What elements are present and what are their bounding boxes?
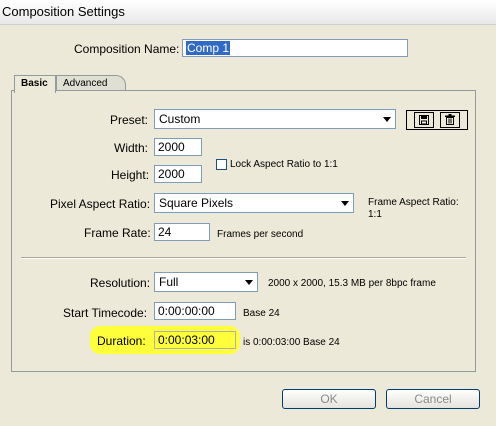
start-timecode-value: 0:00:00:00 — [158, 304, 215, 318]
width-value: 2000 — [158, 140, 185, 154]
duration-value: 0:00:03:00 — [158, 333, 215, 347]
start-timecode-base: Base 24 — [243, 308, 280, 319]
chevron-down-icon — [245, 280, 253, 285]
start-timecode-input[interactable]: 0:00:00:00 — [154, 302, 236, 320]
resolution-value: Full — [159, 275, 179, 289]
resolution-label: Resolution: — [90, 276, 151, 290]
lock-aspect-checkbox[interactable] — [216, 159, 227, 170]
resolution-info: 2000 x 2000, 15.3 MB per 8bpc frame — [268, 278, 436, 289]
composition-name-input[interactable]: Comp 1 — [182, 39, 408, 57]
title-bar: Composition Settings — [0, 0, 496, 25]
window-title: Composition Settings — [2, 4, 125, 19]
frame-rate-unit: Frames per second — [217, 229, 304, 240]
tab-basic[interactable]: Basic — [14, 75, 56, 93]
height-label: Height: — [111, 168, 150, 182]
save-icon — [419, 115, 429, 125]
pixel-aspect-label: Pixel Aspect Ratio: — [50, 197, 151, 211]
resolution-select[interactable]: Full — [154, 272, 258, 292]
cancel-button-label: Cancel — [414, 392, 452, 406]
ok-button[interactable]: OK — [282, 389, 376, 409]
trash-icon — [445, 114, 455, 125]
width-input[interactable]: 2000 — [154, 138, 202, 156]
composition-name-value: Comp 1 — [186, 41, 231, 55]
height-value: 2000 — [158, 167, 185, 181]
preset-select[interactable]: Custom — [154, 109, 396, 129]
chevron-down-icon — [341, 201, 349, 206]
frame-aspect-label: Frame Aspect Ratio: — [368, 197, 459, 208]
frame-rate-input[interactable]: 24 — [154, 223, 210, 241]
duration-info: is 0:00:03:00 Base 24 — [243, 337, 340, 348]
save-preset-button[interactable] — [414, 112, 434, 128]
height-input[interactable]: 2000 — [154, 165, 202, 183]
chevron-down-icon — [383, 117, 391, 122]
duration-input[interactable]: 0:00:03:00 — [154, 331, 236, 349]
preset-value: Custom — [159, 112, 201, 126]
ok-button-label: OK — [320, 392, 338, 406]
lock-aspect-label: Lock Aspect Ratio to 1:1 — [230, 159, 338, 170]
pixel-aspect-select[interactable]: Square Pixels — [154, 193, 354, 213]
cancel-button[interactable]: Cancel — [386, 389, 480, 409]
preset-label: Preset: — [110, 113, 149, 127]
delete-preset-button[interactable] — [440, 112, 460, 128]
divider — [21, 257, 466, 259]
frame-rate-label: Frame Rate: — [84, 226, 151, 240]
tab-advanced-label: Advanced — [63, 78, 108, 89]
composition-name-label: Composition Name: — [74, 42, 180, 56]
start-timecode-label: Start Timecode: — [63, 306, 148, 320]
duration-label: Duration: — [97, 334, 146, 348]
frame-aspect-value: 1:1 — [368, 209, 382, 220]
frame-rate-value: 24 — [158, 225, 172, 239]
tab-basic-label: Basic — [21, 78, 48, 89]
width-label: Width: — [114, 141, 149, 155]
pixel-aspect-value: Square Pixels — [159, 196, 234, 210]
